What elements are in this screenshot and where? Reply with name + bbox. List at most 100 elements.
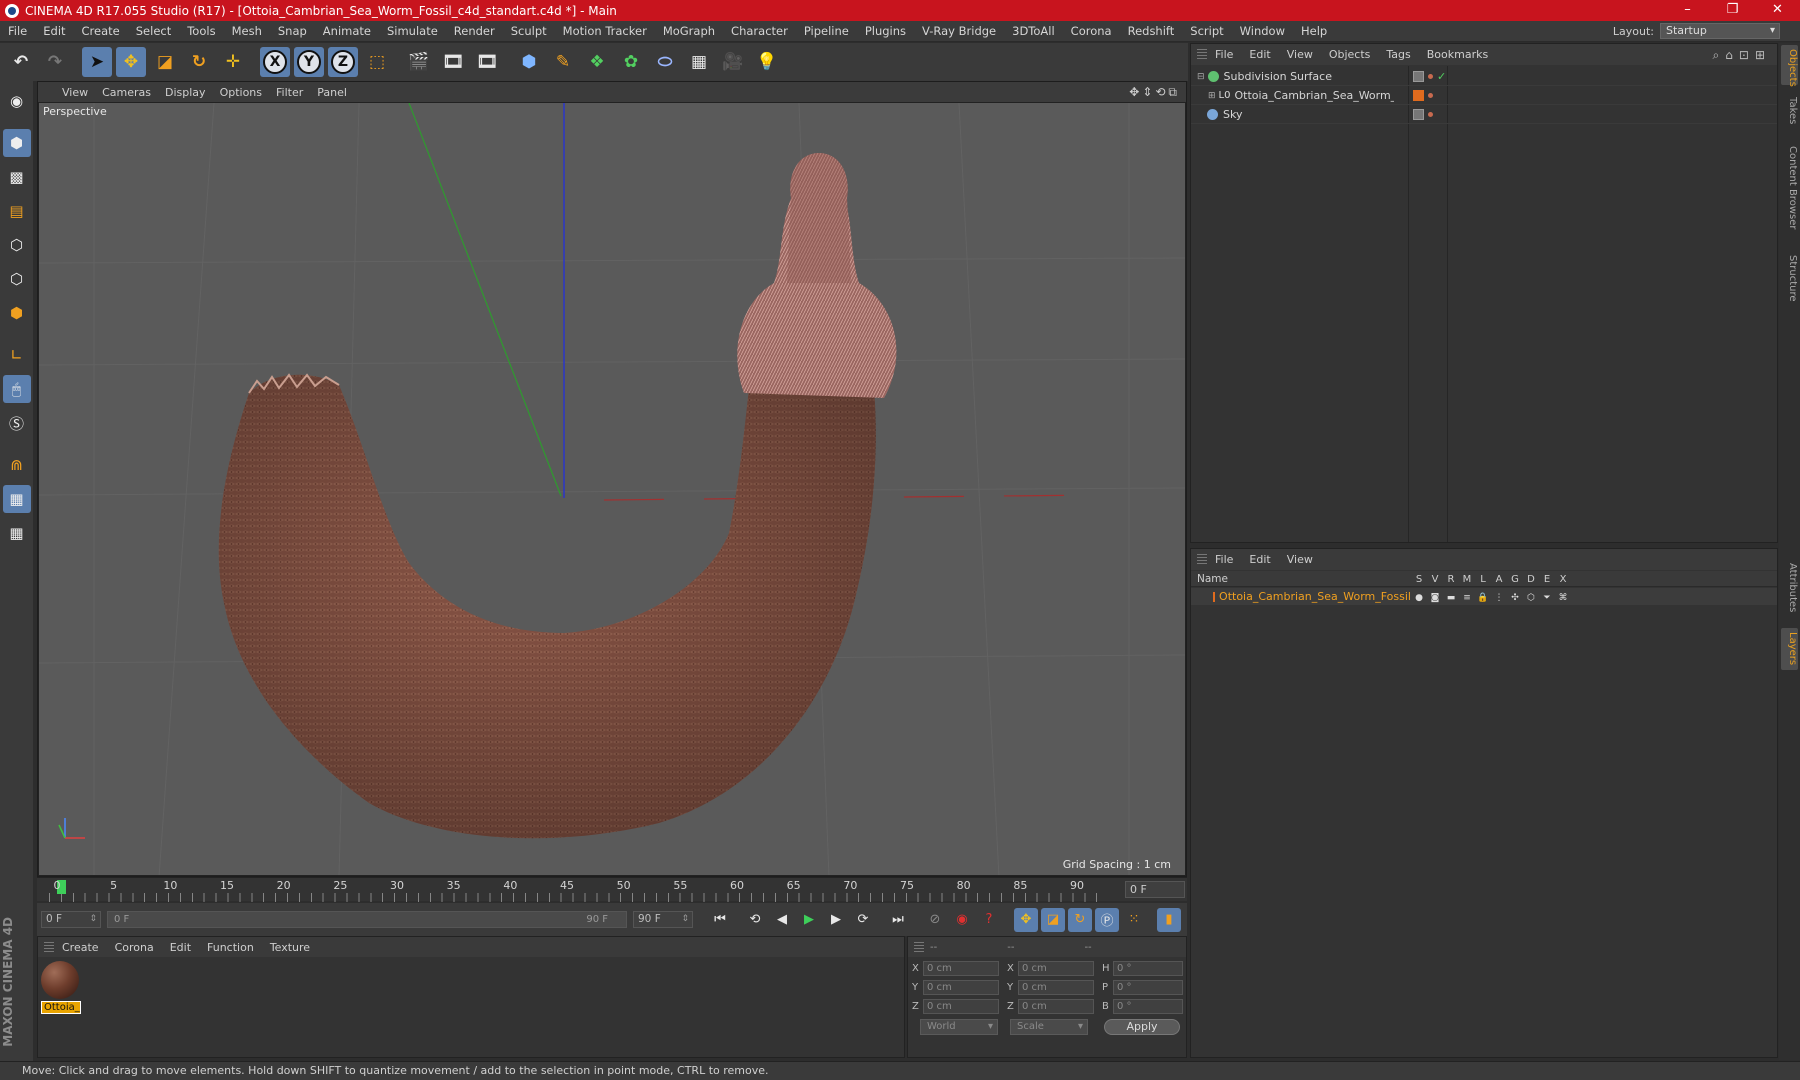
animation-icon[interactable]: ⋮: [1491, 593, 1507, 603]
menu-help[interactable]: Help: [1293, 24, 1335, 38]
render-clapper-icon[interactable]: ▬: [1443, 593, 1459, 603]
tweak-mode-button[interactable]: 🖱: [2, 375, 31, 403]
minimize-button[interactable]: –: [1665, 0, 1710, 21]
rotate-tool-button[interactable]: ↻: [184, 47, 214, 77]
object-menu-bookmarks[interactable]: Bookmarks: [1427, 48, 1488, 61]
expression-icon[interactable]: ⏷: [1539, 593, 1555, 603]
rotation-h-field[interactable]: 0 °: [1113, 961, 1183, 976]
menu-create[interactable]: Create: [74, 24, 128, 38]
rotation-b-field[interactable]: 0 °: [1113, 999, 1183, 1014]
viewport-menu-options[interactable]: Options: [220, 86, 262, 99]
visibility-dot-icon[interactable]: [1428, 93, 1433, 98]
size-y-field[interactable]: 0 cm: [1018, 980, 1094, 995]
menu-tools[interactable]: Tools: [179, 24, 223, 38]
planar-workplane-button[interactable]: ▦: [3, 519, 31, 547]
menu-motion-tracker[interactable]: Motion Tracker: [555, 24, 655, 38]
xref-icon[interactable]: ⌘: [1555, 593, 1571, 603]
layer-row-ottoia[interactable]: Ottoia_Cambrian_Sea_Worm_Fossil ● ◙ ▬ ≡ 🔒 ⋮ ✣ ⬡…: [1191, 588, 1777, 605]
edges-mode-button[interactable]: ⬡: [3, 265, 31, 293]
model-mode-button[interactable]: ⬢: [2, 129, 31, 157]
make-editable-button[interactable]: ◉: [3, 87, 31, 115]
x-axis-lock-button[interactable]: X: [260, 47, 290, 77]
object-menu-file[interactable]: File: [1215, 48, 1233, 61]
viewport-menu-view[interactable]: View: [62, 86, 88, 99]
scale-tool-button[interactable]: ◪: [150, 47, 180, 77]
snap-button[interactable]: ⋒: [3, 451, 31, 479]
lock-workplane-button[interactable]: ▦: [2, 485, 31, 513]
goto-next-key-button[interactable]: ⟳: [851, 908, 875, 932]
pen-spline-button[interactable]: ✎: [548, 47, 578, 77]
goto-next-frame-button[interactable]: ▶: [824, 908, 848, 932]
layer-box-icon[interactable]: [1413, 109, 1424, 120]
object-row-ottoia[interactable]: ⊞ L0 Ottoia_Cambrian_Sea_Worm_Fossil: [1191, 87, 1777, 105]
tab-layers[interactable]: Layers: [1781, 628, 1798, 670]
menu-plugins[interactable]: Plugins: [857, 24, 914, 38]
coordinate-space-dropdown[interactable]: World: [920, 1019, 998, 1035]
y-axis-lock-button[interactable]: Y: [294, 47, 324, 77]
polygons-mode-button[interactable]: ⬢: [3, 299, 31, 327]
menu-character[interactable]: Character: [723, 24, 796, 38]
camera-button[interactable]: 🎥: [718, 47, 748, 77]
timeline-ruler[interactable]: 0 5 10 15 20 25 30 35 40 45 50 55 60 65 70 75 80 85 90 0 F: [37, 877, 1187, 902]
menu-sculpt[interactable]: Sculpt: [503, 24, 555, 38]
end-frame-field[interactable]: 90 F: [633, 911, 693, 928]
viewport-menu-cameras[interactable]: Cameras: [102, 86, 151, 99]
menu-render[interactable]: Render: [446, 24, 503, 38]
object-menu-view[interactable]: View: [1287, 48, 1313, 61]
menu-window[interactable]: Window: [1232, 24, 1293, 38]
panel-grip-icon[interactable]: [1197, 554, 1207, 564]
solo-toggle-icon[interactable]: ●: [1411, 593, 1427, 603]
layer-color-icon[interactable]: [1413, 90, 1424, 101]
rotation-p-field[interactable]: 0 °: [1113, 980, 1183, 995]
render-picture-viewer-button[interactable]: 🎞: [438, 47, 468, 77]
tab-takes[interactable]: Takes: [1781, 93, 1798, 129]
current-frame-field[interactable]: 0 F: [1125, 881, 1185, 898]
lock-icon[interactable]: 🔒: [1475, 593, 1491, 603]
record-keys-off-button[interactable]: ⊘: [923, 908, 947, 932]
material-menu-texture[interactable]: Texture: [270, 941, 310, 954]
deformer-button[interactable]: ⬭: [650, 47, 680, 77]
layer-box-icon[interactable]: [1413, 71, 1424, 82]
live-selection-button[interactable]: ➤: [82, 47, 112, 77]
key-rotation-button[interactable]: ↻: [1068, 907, 1092, 932]
preview-range-slider[interactable]: 0 F 90 F: [107, 911, 627, 928]
tab-attributes[interactable]: Attributes: [1781, 553, 1798, 623]
menu-mesh[interactable]: Mesh: [224, 24, 270, 38]
position-x-field[interactable]: 0 cm: [923, 961, 999, 976]
enable-axis-button[interactable]: ∟: [3, 341, 31, 369]
redo-button[interactable]: ↷: [40, 47, 70, 77]
timeline-window-button[interactable]: ▮: [1157, 907, 1181, 932]
viewport-canvas[interactable]: Perspective Grid Spacing : 1 cm: [38, 102, 1186, 876]
layer-menu-file[interactable]: File: [1215, 553, 1233, 566]
panel-grip-icon[interactable]: [44, 942, 54, 952]
goto-previous-key-button[interactable]: ⟲: [743, 908, 767, 932]
start-frame-field[interactable]: 0 F: [41, 911, 101, 928]
menu-select[interactable]: Select: [128, 24, 179, 38]
goto-start-button[interactable]: ⏮: [708, 908, 732, 932]
render-settings-button[interactable]: 🎞: [472, 47, 502, 77]
close-button[interactable]: ✕: [1755, 0, 1800, 21]
tab-content-browser[interactable]: Content Browser: [1781, 133, 1798, 243]
render-view-button[interactable]: 🎬: [404, 47, 434, 77]
autokeying-button[interactable]: ?: [977, 908, 1001, 932]
tab-structure[interactable]: Structure: [1781, 248, 1798, 308]
apply-button[interactable]: Apply: [1104, 1019, 1180, 1035]
manager-icon[interactable]: ≡: [1459, 593, 1475, 603]
size-mode-dropdown[interactable]: Scale: [1010, 1019, 1088, 1035]
object-manager-tool-icons[interactable]: ⌕⌂⊡⊞: [1713, 48, 1771, 63]
size-z-field[interactable]: 0 cm: [1018, 999, 1094, 1014]
goto-end-button[interactable]: ⏭: [886, 908, 910, 932]
generator-icon[interactable]: ✣: [1507, 593, 1523, 603]
record-active-objects-button[interactable]: ◉: [950, 908, 974, 932]
menu-file[interactable]: File: [0, 24, 35, 38]
play-forward-button[interactable]: ▶: [797, 908, 821, 932]
undo-button[interactable]: ↶: [6, 47, 36, 77]
menu-pipeline[interactable]: Pipeline: [796, 24, 857, 38]
object-menu-objects[interactable]: Objects: [1329, 48, 1371, 61]
tab-objects[interactable]: Objects: [1781, 45, 1798, 87]
viewport-navigation-icons[interactable]: ✥⇕⟲⧉: [1129, 85, 1180, 100]
size-x-field[interactable]: 0 cm: [1018, 961, 1094, 976]
material-menu-corona[interactable]: Corona: [115, 941, 154, 954]
position-y-field[interactable]: 0 cm: [923, 980, 999, 995]
expand-toggle-icon[interactable]: ⊞: [1208, 91, 1216, 101]
